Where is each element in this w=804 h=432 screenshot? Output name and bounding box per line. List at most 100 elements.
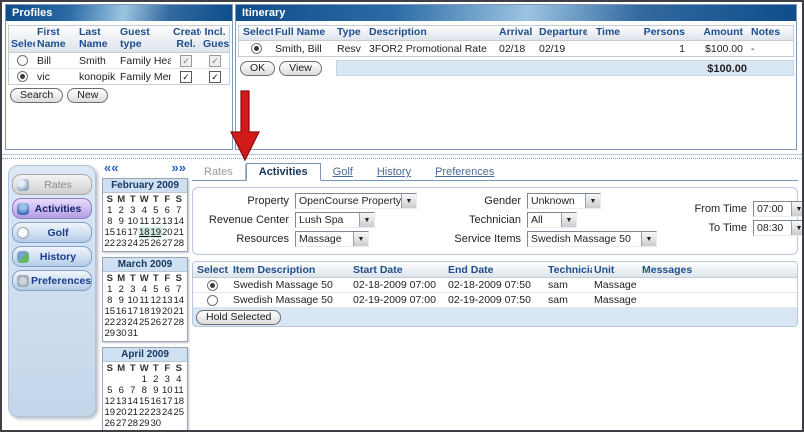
calendar-day[interactable]: 3	[162, 374, 174, 385]
table-row[interactable]: Smith, Bill Resv 3FOR2 Promotional Rate …	[239, 41, 793, 56]
calendar-day[interactable]: 6	[116, 385, 128, 396]
table-row[interactable]: Swedish Massage 50 02-18-2009 07:00 02-1…	[193, 278, 797, 293]
technician-select[interactable]: All ▼	[527, 212, 577, 228]
chevron-down-icon[interactable]: ▼	[401, 194, 416, 208]
calendar-day[interactable]: 21	[173, 227, 185, 238]
calendar-day[interactable]: 11	[139, 295, 151, 306]
calendar-day[interactable]: 26	[150, 238, 162, 249]
row-select-radio[interactable]	[251, 43, 262, 54]
calendar-day[interactable]: 29	[104, 328, 116, 339]
create-rel-checkbox[interactable]	[180, 55, 192, 67]
calendar-day[interactable]: 22	[139, 407, 151, 418]
calendar-day[interactable]: 11	[173, 385, 185, 396]
calendar-day[interactable]: 19	[150, 306, 162, 317]
calendar-day[interactable]: 14	[127, 396, 139, 407]
calendar-day[interactable]: 12	[150, 295, 162, 306]
calendar-day[interactable]: 13	[116, 396, 128, 407]
hold-selected-button[interactable]: Hold Selected	[196, 310, 281, 325]
search-button[interactable]: Search	[10, 88, 63, 103]
calendar-day[interactable]: 18	[173, 396, 185, 407]
sidebar-item-preferences[interactable]: Preferences	[12, 270, 92, 291]
chevron-down-icon[interactable]: ▼	[641, 232, 656, 246]
calendar-day[interactable]: 2	[116, 205, 128, 216]
calendar-day[interactable]: 9	[116, 216, 128, 227]
calendar-day[interactable]: 13	[162, 216, 174, 227]
calendar-day[interactable]: 5	[104, 385, 116, 396]
calendar-day[interactable]: 30	[150, 418, 162, 429]
calendar-day[interactable]: 24	[127, 238, 139, 249]
incl-guest-checkbox[interactable]	[209, 71, 221, 83]
calendar-day[interactable]: 26	[150, 317, 162, 328]
calendar-day[interactable]: 16	[116, 306, 128, 317]
chevron-down-icon[interactable]: ▼	[353, 232, 368, 246]
sidebar-item-golf[interactable]: Golf	[12, 222, 92, 243]
calendar-day[interactable]: 23	[150, 407, 162, 418]
from-time-select[interactable]: 07:00 ▼	[753, 201, 804, 217]
service-items-select[interactable]: Swedish Massage 50 ▼	[527, 231, 657, 247]
calendar-day[interactable]: 17	[127, 227, 139, 238]
calendar-day[interactable]: 15	[104, 227, 116, 238]
to-time-select[interactable]: 08:30 ▼	[753, 220, 804, 236]
calendar-day[interactable]: 21	[173, 306, 185, 317]
calendar-day[interactable]: 25	[173, 407, 185, 418]
row-select-radio[interactable]	[17, 55, 28, 66]
calendar-day[interactable]: 20	[162, 306, 174, 317]
calendar-day[interactable]: 17	[127, 306, 139, 317]
calendar-day[interactable]: 19	[104, 407, 116, 418]
sidebar-item-activities[interactable]: Activities	[12, 198, 92, 219]
calendar-day[interactable]: 10	[162, 385, 174, 396]
calendar-day[interactable]: 8	[104, 216, 116, 227]
calendar-day[interactable]: 16	[150, 396, 162, 407]
calendar-day[interactable]: 9	[116, 295, 128, 306]
calendar-day[interactable]: 13	[162, 295, 174, 306]
create-rel-checkbox[interactable]	[180, 71, 192, 83]
calendar-day[interactable]: 14	[173, 295, 185, 306]
calendar-day[interactable]: 11	[139, 216, 151, 227]
calendar-day[interactable]: 15	[139, 396, 151, 407]
calendar-day[interactable]: 22	[104, 317, 116, 328]
calendar-day[interactable]: 28	[173, 317, 185, 328]
calendar-day[interactable]: 26	[104, 418, 116, 429]
calendar-day[interactable]: 7	[173, 205, 185, 216]
calendar-day[interactable]: 21	[127, 407, 139, 418]
table-row[interactable]: Bill Smith Family Head	[9, 53, 229, 69]
calendar-day[interactable]: 6	[162, 205, 174, 216]
calendar-day[interactable]: 4	[139, 205, 151, 216]
tab-golf[interactable]: Golf	[321, 164, 365, 180]
calendar-day[interactable]: 15	[104, 306, 116, 317]
chevron-down-icon[interactable]: ▼	[791, 221, 804, 235]
ok-button[interactable]: OK	[240, 61, 275, 76]
calendar-day[interactable]: 8	[104, 295, 116, 306]
calendar-day[interactable]: 20	[162, 227, 174, 238]
calendar-day[interactable]: 4	[173, 374, 185, 385]
calendar-day[interactable]: 30	[116, 328, 128, 339]
new-button[interactable]: New	[67, 88, 108, 103]
calendar-prev-button[interactable]: ««	[104, 162, 118, 174]
calendar-day[interactable]: 18	[139, 306, 151, 317]
calendar-day[interactable]: 7	[173, 284, 185, 295]
row-select-radio[interactable]	[207, 280, 218, 291]
calendar-day[interactable]: 12	[150, 216, 162, 227]
row-select-radio[interactable]	[207, 295, 218, 306]
calendar-day[interactable]: 28	[173, 238, 185, 249]
calendar-day[interactable]: 27	[162, 238, 174, 249]
calendar-day[interactable]: 29	[139, 418, 151, 429]
table-row[interactable]: vic konopik Family Member	[9, 69, 229, 84]
gender-select[interactable]: Unknown ▼	[527, 193, 601, 209]
calendar-day[interactable]: 22	[104, 238, 116, 249]
chevron-down-icon[interactable]: ▼	[561, 213, 576, 227]
property-select[interactable]: OpenCourse Property ▼	[295, 193, 417, 209]
calendar-day[interactable]: 3	[127, 284, 139, 295]
calendar-day[interactable]: 23	[116, 317, 128, 328]
chevron-down-icon[interactable]: ▼	[791, 202, 804, 216]
calendar-day[interactable]: 8	[139, 385, 151, 396]
chevron-down-icon[interactable]: ▼	[585, 194, 600, 208]
calendar-day[interactable]: 24	[162, 407, 174, 418]
calendar-day[interactable]: 14	[173, 216, 185, 227]
calendar-day[interactable]: 25	[139, 238, 151, 249]
calendar-day[interactable]: 1	[104, 205, 116, 216]
calendar-day[interactable]: 2	[150, 374, 162, 385]
calendar-day[interactable]: 17	[162, 396, 174, 407]
calendar-day[interactable]: 4	[139, 284, 151, 295]
calendar-day[interactable]: 5	[150, 205, 162, 216]
